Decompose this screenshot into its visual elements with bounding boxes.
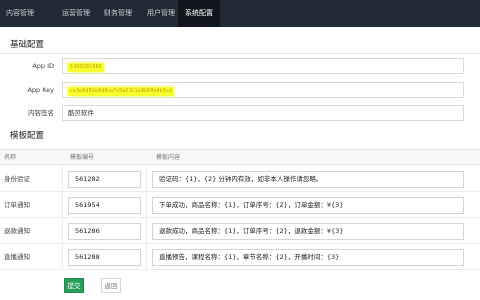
table-row: 订单通知 561954 下单成功，商品名称：{1}，订单序号：{2}，订单金额：…: [0, 192, 480, 218]
nav-item-finance[interactable]: 财务管理: [100, 0, 136, 27]
template-id-input[interactable]: 561954: [68, 197, 141, 214]
template-content-input[interactable]: 验证码：{1}，{2} 分钟内有效，如非本人操作请忽略。: [152, 171, 464, 188]
template-content-input[interactable]: 退款成功，商品名称：{1}，订单序号：{2}，退款金额：¥{3}: [152, 223, 464, 240]
top-nav: 内容管理 运营管理 财务管理 用户管理 系统配置: [0, 0, 480, 27]
template-content-input[interactable]: 下单成功，商品名称：{1}，订单序号：{2}，订单金额：¥{3}: [152, 197, 464, 214]
table-row: 身份验证 561282 验证码：{1}，{2} 分钟内有效，如非本人操作请忽略。: [0, 166, 480, 192]
app-key-label: App Key: [27, 86, 54, 94]
app-id-field[interactable]: 1400281986: [62, 58, 464, 74]
header-template-id: 模板编号: [70, 154, 95, 161]
basic-config-title: 基础配置: [10, 40, 45, 50]
nav-item-system-config[interactable]: 系统配置: [178, 0, 220, 27]
signature-field[interactable]: 酷贝软件: [62, 105, 464, 121]
template-id-input[interactable]: 561282: [68, 171, 141, 188]
template-name: 订单通知: [4, 201, 30, 209]
template-name: 退款通知: [4, 227, 30, 235]
app-id-value: 1400281986: [68, 63, 104, 72]
template-name: 身份验证: [4, 175, 30, 183]
app-id-label: App ID: [32, 62, 54, 70]
template-config-title: 模板配置: [10, 131, 45, 141]
app-id-row: App ID 1400281986: [0, 57, 480, 75]
signature-row: 内容签名 酷贝软件: [0, 104, 480, 122]
app-key-field[interactable]: ce3e8d82e8d8ce7c8a53c1e9b88e4b5cd: [62, 82, 464, 98]
nav-item-users[interactable]: 用户管理: [143, 0, 179, 27]
template-table-header: 名称 模板编号 模板内容: [0, 149, 480, 165]
signature-label: 内容签名: [28, 109, 54, 117]
app-key-row: App Key ce3e8d82e8d8ce7c8a53c1e9b88e4b5c…: [0, 81, 480, 99]
template-content-input[interactable]: 直播预告，课程名称：{1}，章节名称：{2}，开播时间：{3}: [152, 249, 464, 266]
submit-button[interactable]: 提交: [64, 278, 84, 293]
template-name: 直播通知: [4, 253, 30, 261]
back-button[interactable]: 返回: [101, 278, 121, 293]
template-id-input[interactable]: 561288: [68, 249, 141, 266]
app-key-value: ce3e8d82e8d8ce7c8a53c1e9b88e4b5cd: [68, 87, 175, 96]
table-row: 退款通知 561286 退款成功，商品名称：{1}，订单序号：{2}，退款金额：…: [0, 218, 480, 244]
header-template-content: 模板内容: [156, 154, 181, 161]
template-id-input[interactable]: 561286: [68, 223, 141, 240]
divider: [0, 53, 480, 54]
table-row: 直播通知 561288 直播预告，课程名称：{1}，章节名称：{2}，开播时间：…: [0, 244, 480, 270]
nav-item-content[interactable]: 内容管理: [2, 0, 38, 27]
nav-item-operations[interactable]: 运营管理: [58, 0, 94, 27]
header-name: 名称: [4, 154, 17, 161]
